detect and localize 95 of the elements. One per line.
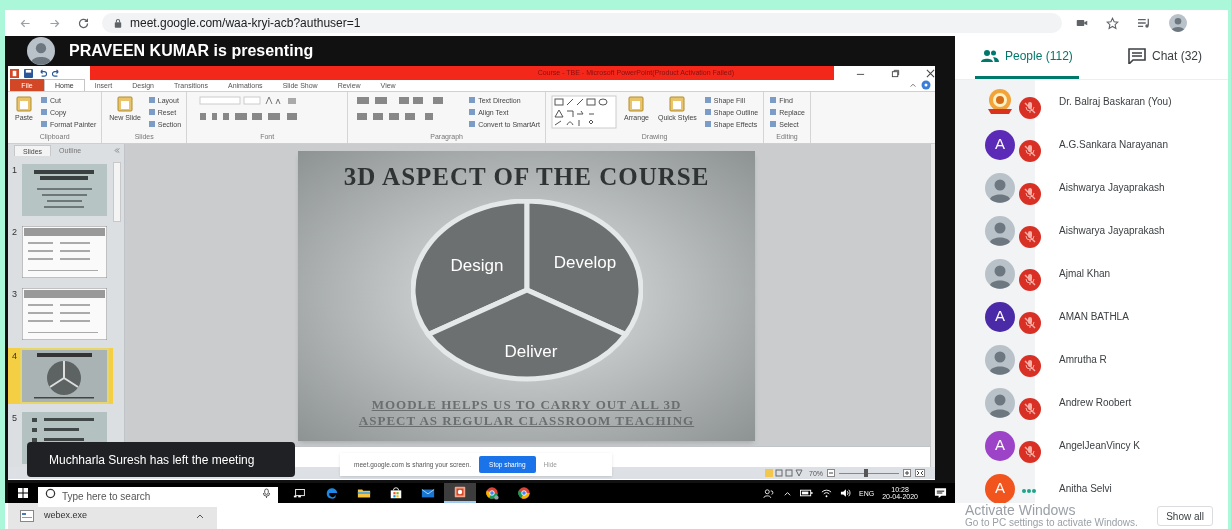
avatar-icon [985, 172, 1015, 203]
file-icon [20, 510, 34, 522]
battery-icon[interactable] [800, 489, 813, 497]
avatar-initial: A [985, 129, 1015, 160]
participant-name[interactable]: AMAN BATHLA [1059, 309, 1129, 324]
participant-name[interactable]: Dr. Balraj Baskaran (You) [1059, 94, 1172, 109]
slide-thumbnail[interactable] [22, 226, 107, 278]
avatar-icon [985, 344, 1015, 375]
segment-label: Design [450, 256, 503, 275]
slide-number: 4 [12, 350, 18, 361]
profile-avatar-icon[interactable] [1169, 14, 1187, 32]
avatar-initial: A [985, 473, 1015, 503]
close-icon[interactable] [926, 68, 935, 78]
volume-icon[interactable] [840, 488, 851, 498]
slide-thumbnail-row[interactable]: 3 [8, 286, 113, 342]
slide-thumbnail[interactable] [22, 288, 107, 340]
mic-off-icon [1019, 355, 1041, 377]
show-all-button[interactable]: Show all [1157, 506, 1213, 526]
segment-label: Develop [553, 253, 616, 272]
panel-tab[interactable]: Chat (32) [1121, 36, 1208, 79]
slide-number: 3 [12, 288, 18, 299]
scrollbar[interactable] [113, 162, 121, 222]
mic-off-icon [1019, 441, 1041, 463]
search-icon [45, 487, 56, 499]
undo-icon[interactable] [38, 68, 47, 78]
tool-icon [627, 95, 646, 113]
participant-name[interactable]: Amrutha R [1059, 352, 1107, 367]
slide-thumbnail-row[interactable]: 1 [8, 162, 113, 218]
presenter-avatar-icon [27, 37, 55, 65]
star-icon[interactable] [1106, 16, 1119, 30]
mic-off-icon [1019, 226, 1041, 248]
participant-name[interactable]: Ajmal Khan [1059, 266, 1111, 281]
toast-message: Muchharla Suresh has left the meeting [49, 451, 255, 469]
avatar-icon [985, 387, 1015, 418]
slide-footer-text: MOODLE HELPS US TO CARRY OUT ALL 3D ASPECT AS REGULAR CLASSROOM TEACHING [357, 397, 696, 429]
tool-icon [668, 95, 687, 113]
redo-icon[interactable] [52, 68, 61, 78]
mic-off-icon [1019, 398, 1041, 420]
participant-name[interactable]: AngelJeanVincy K [1059, 438, 1140, 453]
save-icon[interactable] [24, 68, 33, 78]
slide-title: 3D ASPECT OF THE COURSE [343, 163, 710, 191]
participant-name[interactable]: Andrew Roobert [1059, 395, 1132, 410]
download-file-name: webex.exe [44, 509, 88, 523]
lock-icon [114, 18, 122, 28]
slide-thumbnail[interactable] [22, 164, 107, 216]
slide-thumbnail-row[interactable]: 2 [8, 224, 113, 280]
help-icon[interactable] [921, 80, 931, 90]
presentation-app-icon[interactable] [444, 483, 476, 503]
speaking-dots-icon [1021, 488, 1037, 494]
scrollbar[interactable] [930, 144, 935, 467]
slide-number: 1 [12, 164, 18, 175]
participant-name[interactable]: Aishwarya Jayaprakash [1059, 180, 1165, 195]
taskbar-search-field[interactable]: Type here to search [38, 486, 278, 507]
people-icon[interactable] [763, 487, 775, 499]
participant-name[interactable]: Aishwarya Jayaprakash [1059, 223, 1165, 238]
mic-off-icon [1019, 97, 1041, 119]
avatar-initial: A [985, 301, 1015, 332]
mic-off-icon [1019, 140, 1041, 162]
slide-number: 5 [12, 412, 18, 423]
mic-off-icon [1019, 269, 1041, 291]
avatar-icon [985, 258, 1015, 289]
slide-number: 2 [12, 226, 18, 237]
shapes-gallery-drawing [551, 95, 618, 129]
media-queue-icon[interactable] [1137, 17, 1151, 29]
chat-icon [1127, 47, 1146, 64]
activation-title: Activate Windows [965, 504, 1076, 517]
zoom-out-icon[interactable] [827, 469, 835, 477]
collapse-ribbon-icon[interactable] [909, 81, 917, 89]
restore-icon[interactable] [891, 68, 900, 78]
microphone-icon[interactable] [262, 487, 271, 499]
people-icon [981, 47, 999, 64]
avatar-initial: A [985, 430, 1015, 461]
slider-thumb[interactable] [864, 469, 869, 477]
slide-thumbnail-row[interactable]: 4 [8, 348, 113, 404]
url-field[interactable]: meet.google.com/waa-kryi-acb?authuser=1 [102, 13, 1062, 33]
camera-icon[interactable] [1076, 18, 1088, 28]
activation-subtitle: Go to PC settings to activate Windows. [965, 517, 1138, 528]
zoom-slider[interactable] [839, 469, 899, 477]
notification-icon[interactable] [934, 487, 947, 499]
wifi-icon[interactable] [821, 488, 832, 498]
presenter-label: PRAVEEN KUMAR is presenting [69, 41, 314, 61]
avatar-icon [985, 215, 1015, 246]
participant-name[interactable]: Anitha Selvi [1059, 481, 1112, 496]
participant-name[interactable]: A.G.Sankara Narayanan [1059, 137, 1168, 152]
tool-icon [116, 95, 135, 113]
zoom-in-icon[interactable] [903, 469, 911, 477]
mic-off-icon [1019, 183, 1041, 205]
reload-icon[interactable] [77, 16, 90, 30]
tool-icon [15, 95, 33, 113]
slide-thumbnail[interactable] [22, 350, 107, 402]
emblem-icon [985, 86, 1015, 117]
segment-label: Deliver [504, 342, 557, 361]
mic-off-icon [1019, 312, 1041, 334]
fit-slide-icon[interactable] [915, 469, 925, 477]
view-buttons-icon[interactable] [765, 469, 805, 477]
